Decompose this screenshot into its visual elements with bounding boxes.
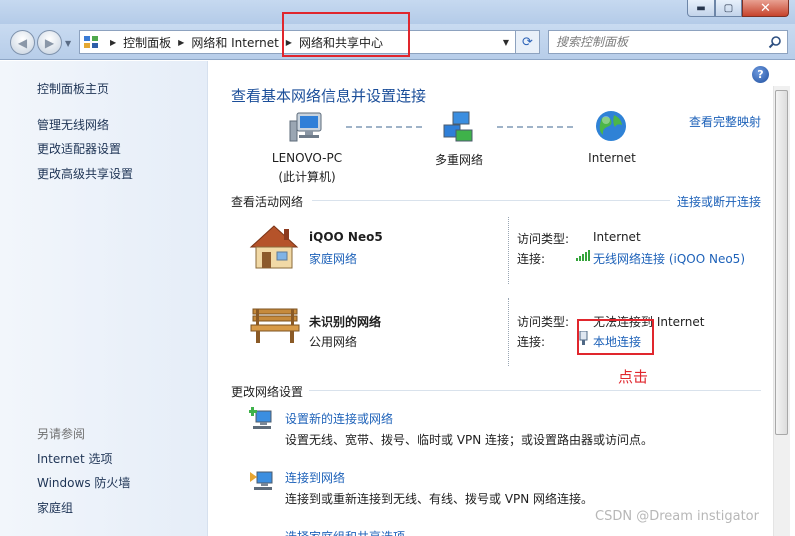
help-icon[interactable]: ? (752, 66, 769, 83)
sidebar-item-homegroup[interactable]: 家庭组 (37, 499, 73, 516)
control-panel-icon (84, 36, 98, 48)
map-connector-line (497, 126, 573, 128)
scrollbar-thumb[interactable] (775, 90, 788, 435)
access-type-label: 访问类型: (517, 315, 570, 329)
bench-icon (250, 308, 300, 343)
column-divider (508, 298, 509, 366)
search-box[interactable] (548, 30, 788, 54)
wireless-connection-link[interactable]: 无线网络连接 (iQOO Neo5) (593, 250, 745, 267)
minimize-icon: ▬ (696, 2, 706, 14)
close-icon: ✕ (760, 0, 771, 16)
page-title: 查看基本网络信息并设置连接 (231, 87, 427, 105)
forward-arrow-icon: ▶ (44, 35, 55, 50)
forward-button[interactable]: ▶ (37, 30, 62, 55)
recent-pages-dropdown[interactable]: ▼ (65, 39, 71, 48)
homegroup-sharing-link[interactable]: 选择家庭组和共享选项 (285, 528, 405, 536)
sidebar-item-windows-firewall[interactable]: Windows 防火墙 (37, 474, 130, 491)
access-type-value: Internet (593, 230, 641, 244)
view-full-map-link[interactable]: 查看完整映射 (689, 113, 761, 130)
section-divider (312, 200, 670, 201)
refresh-button[interactable]: ⟳ (516, 30, 540, 54)
back-arrow-icon: ◀ (17, 35, 28, 50)
connection-label: 连接: (517, 252, 546, 266)
minimize-button[interactable]: ▬ (687, 0, 715, 17)
connect-network-icon (250, 471, 273, 490)
connection-label: 连接: (517, 335, 546, 349)
breadcrumb-separator[interactable]: ▶ (110, 38, 116, 47)
breadcrumb-control-panel[interactable]: 控制面板 (123, 34, 171, 51)
map-computer-label: LENOVO-PC (271, 151, 343, 165)
change-settings-heading: 更改网络设置 (231, 385, 304, 399)
close-button[interactable]: ✕ (742, 0, 789, 17)
column-divider (508, 217, 509, 284)
network-name-unidentified: 未识别的网络 (309, 315, 382, 329)
map-multiple-networks-label: 多重网络 (434, 153, 483, 167)
connect-to-network-link[interactable]: 连接到网络 (285, 469, 345, 486)
computer-icon (289, 112, 322, 142)
sidebar-item-change-adapter[interactable]: 更改适配器设置 (37, 140, 121, 157)
connect-disconnect-link[interactable]: 连接或断开连接 (677, 193, 761, 210)
wireless-signal-icon (576, 250, 590, 261)
setup-new-connection-link[interactable]: 设置新的连接或网络 (285, 410, 393, 427)
network-type-home-link[interactable]: 家庭网络 (309, 250, 357, 267)
section-divider (309, 390, 761, 391)
annotation-highlight-breadcrumb (282, 12, 410, 57)
annotation-click-label: 点击 (618, 368, 649, 386)
annotation-highlight-local-connection (577, 319, 654, 355)
sidebar-item-control-panel-home[interactable]: 控制面板主页 (37, 80, 109, 97)
map-internet-label: Internet (588, 151, 636, 165)
map-connector-line (346, 126, 422, 128)
map-computer-sublabel: (此计算机) (278, 170, 336, 184)
globe-icon (596, 111, 626, 141)
address-dropdown[interactable]: ▼ (503, 38, 509, 47)
house-icon (249, 225, 299, 269)
refresh-icon: ⟳ (522, 34, 533, 50)
sidebar-item-internet-options[interactable]: Internet 选项 (37, 450, 112, 467)
sidebar-item-manage-wireless[interactable]: 管理无线网络 (37, 116, 109, 133)
network-name-iqoo: iQOO Neo5 (309, 230, 383, 244)
multiple-networks-icon (443, 111, 473, 142)
breadcrumb-separator[interactable]: ▶ (178, 38, 184, 47)
breadcrumb-network-internet[interactable]: 网络和 Internet (191, 34, 278, 51)
search-input[interactable] (549, 31, 759, 53)
connect-to-network-desc: 连接到或重新连接到无线、有线、拨号或 VPN 网络连接。 (285, 492, 594, 506)
setup-new-connection-desc: 设置无线、宽带、拨号、临时或 VPN 连接；或设置路由器或访问点。 (285, 433, 654, 447)
active-networks-heading: 查看活动网络 (231, 195, 304, 209)
see-also-label: 另请参阅 (37, 427, 86, 441)
network-type-public: 公用网络 (309, 335, 358, 349)
access-type-label: 访问类型: (517, 232, 570, 246)
search-icon[interactable] (768, 35, 782, 49)
maximize-icon: ▢ (723, 2, 734, 14)
sidebar-item-advanced-sharing[interactable]: 更改高级共享设置 (37, 165, 133, 182)
back-button[interactable]: ◀ (10, 30, 35, 55)
new-connection-icon (249, 407, 272, 429)
maximize-button[interactable]: ▢ (715, 0, 742, 17)
watermark: CSDN @Dream instigator (595, 509, 759, 524)
